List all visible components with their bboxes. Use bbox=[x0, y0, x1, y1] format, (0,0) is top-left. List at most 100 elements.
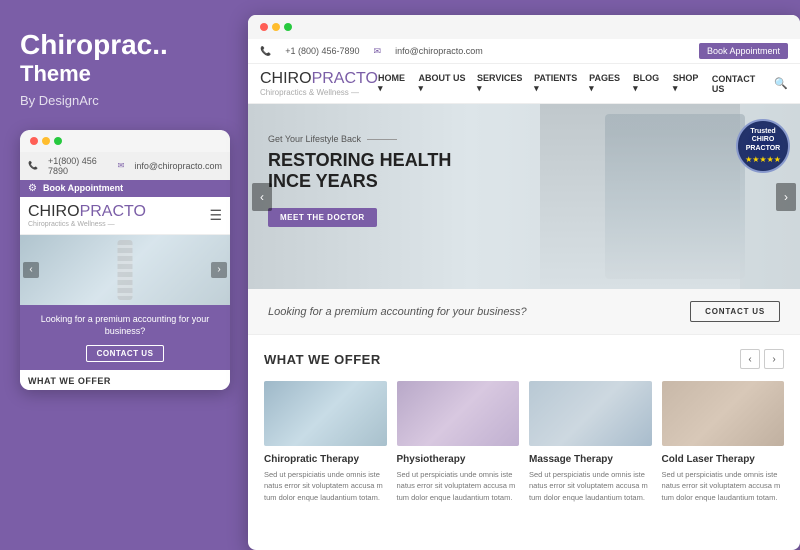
mobile-book-btn[interactable]: Book Appointment bbox=[43, 183, 123, 193]
slider-next-arrow[interactable]: › bbox=[211, 262, 227, 278]
hero-prev-arrow[interactable]: ‹ bbox=[252, 183, 272, 211]
desktop-dot-yellow bbox=[272, 23, 280, 31]
mobile-logo: CHIROPRACTO Chiropractics & Wellness — bbox=[28, 203, 146, 228]
desktop-nav: CHIROPRACTO Chiropractics & Wellness — H… bbox=[248, 64, 800, 104]
mobile-email: info@chiropracto.com bbox=[134, 161, 222, 171]
hero-tagline-line bbox=[367, 139, 397, 140]
search-icon[interactable]: 🔍 bbox=[774, 77, 788, 90]
desktop-email: info@chiropracto.com bbox=[395, 46, 483, 56]
trusted-badge: TrustedCHIROPRACTOR ★★★★★ bbox=[736, 119, 790, 173]
what-offer-next-btn[interactable]: › bbox=[764, 349, 784, 369]
nav-contact[interactable]: CONTACT US bbox=[712, 74, 764, 94]
nav-patients[interactable]: PATIENTS ▾ bbox=[534, 73, 579, 94]
service-card-text-1: Sed ut perspiciatis unde omnis iste natu… bbox=[264, 469, 387, 503]
desktop-logo-brand: CHIROPRACTO bbox=[260, 70, 378, 88]
hamburger-icon[interactable]: ☰ bbox=[209, 207, 222, 224]
nav-pages[interactable]: PAGES ▾ bbox=[589, 73, 623, 94]
mobile-slider: ‹ › bbox=[20, 235, 230, 305]
theme-author: By DesignArc bbox=[20, 93, 99, 108]
mobile-promo-text: Looking for a premium accounting for you… bbox=[28, 313, 222, 338]
service-card-title-3: Massage Therapy bbox=[529, 454, 652, 465]
mobile-book-bar: ⚙ Book Appointment bbox=[20, 180, 230, 197]
desktop-top-bar bbox=[248, 15, 800, 39]
dot-green bbox=[54, 137, 62, 145]
theme-title: Chiroprac.. bbox=[20, 30, 168, 61]
service-card-text-2: Sed ut perspiciatis unde omnis iste natu… bbox=[397, 469, 520, 503]
desktop-logo-practo: PRACTO bbox=[312, 70, 378, 87]
phone-icon: 📞 bbox=[28, 161, 38, 170]
desktop-nav-links: HOME ▾ ABOUT US ▾ SERVICES ▾ PATIENTS ▾ … bbox=[378, 73, 788, 94]
theme-info-panel: Chiroprac.. Theme By DesignArc 📞 +1(800)… bbox=[0, 0, 248, 550]
hero-next-arrow[interactable]: › bbox=[776, 183, 796, 211]
slider-prev-arrow[interactable]: ‹ bbox=[23, 262, 39, 278]
hero-silhouette bbox=[605, 114, 745, 279]
mobile-mockup: 📞 +1(800) 456 7890 ✉ info@chiropracto.co… bbox=[20, 130, 230, 390]
dot-yellow bbox=[42, 137, 50, 145]
service-card-title-2: Physiotherapy bbox=[397, 454, 520, 465]
desktop-header-left: 📞 +1 (800) 456-7890 ✉ info@chiropracto.c… bbox=[260, 46, 483, 57]
what-offer-nav: ‹ › bbox=[740, 349, 784, 369]
service-cards: Chiropratic Therapy Sed ut perspiciatis … bbox=[264, 381, 784, 503]
mobile-logo-sub: Chiropractics & Wellness — bbox=[28, 221, 146, 228]
desktop-hero: Get Your Lifestyle Back RESTORING HEALTH… bbox=[248, 104, 800, 289]
hero-tagline: Get Your Lifestyle Back bbox=[268, 134, 451, 144]
nav-home[interactable]: HOME ▾ bbox=[378, 73, 409, 94]
mobile-top-bar bbox=[20, 130, 230, 152]
hero-heading: RESTORING HEALTH INCE YEARS bbox=[268, 150, 451, 191]
mobile-info-bar: 📞 +1(800) 456 7890 ✉ info@chiropracto.co… bbox=[20, 152, 230, 180]
spine-shape bbox=[118, 240, 133, 300]
gear-icon: ⚙ bbox=[28, 183, 37, 194]
service-card-img-3 bbox=[529, 381, 652, 446]
service-card-4: Cold Laser Therapy Sed ut perspiciatis u… bbox=[662, 381, 785, 503]
desktop-dot-green bbox=[284, 23, 292, 31]
mobile-what-offer-title: WHAT WE OFFER bbox=[28, 376, 222, 386]
theme-subtitle: Theme bbox=[20, 61, 91, 87]
what-we-offer-section: WHAT WE OFFER ‹ › Chiropratic Therapy Se… bbox=[248, 335, 800, 513]
badge-text: TrustedCHIROPRACTOR bbox=[746, 128, 780, 153]
desktop-logo-chiro: CHIRO bbox=[260, 70, 312, 87]
mobile-what-offer: WHAT WE OFFER bbox=[20, 370, 230, 390]
badge-stars: ★★★★★ bbox=[745, 155, 781, 164]
nav-services[interactable]: SERVICES ▾ bbox=[477, 73, 524, 94]
service-card-title-1: Chiropratic Therapy bbox=[264, 454, 387, 465]
desktop-logo: CHIROPRACTO Chiropractics & Wellness — bbox=[260, 70, 378, 97]
service-card-img-4 bbox=[662, 381, 785, 446]
service-card-text-4: Sed ut perspiciatis unde omnis iste natu… bbox=[662, 469, 785, 503]
service-card-text-3: Sed ut perspiciatis unde omnis iste natu… bbox=[529, 469, 652, 503]
desktop-promo-bar: Looking for a premium accounting for you… bbox=[248, 289, 800, 335]
desktop-email-icon: ✉ bbox=[374, 46, 382, 57]
service-card-1: Chiropratic Therapy Sed ut perspiciatis … bbox=[264, 381, 387, 503]
mobile-promo-bar: Looking for a premium accounting for you… bbox=[20, 305, 230, 370]
desktop-book-btn[interactable]: Book Appointment bbox=[699, 43, 788, 59]
desktop-mockup: 📞 +1 (800) 456-7890 ✉ info@chiropracto.c… bbox=[248, 15, 800, 550]
email-icon: ✉ bbox=[118, 161, 125, 170]
nav-about[interactable]: ABOUT US ▾ bbox=[419, 73, 468, 94]
what-offer-prev-btn[interactable]: ‹ bbox=[740, 349, 760, 369]
mobile-slider-inner bbox=[20, 235, 230, 305]
desktop-promo-text: Looking for a premium accounting for you… bbox=[268, 306, 527, 318]
nav-blog[interactable]: BLOG ▾ bbox=[633, 73, 663, 94]
what-offer-header: WHAT WE OFFER ‹ › bbox=[264, 349, 784, 369]
desktop-dots bbox=[260, 23, 292, 31]
desktop-logo-sub: Chiropractics & Wellness — bbox=[260, 88, 378, 97]
desktop-header-bar: 📞 +1 (800) 456-7890 ✉ info@chiropracto.c… bbox=[248, 39, 800, 64]
service-card-3: Massage Therapy Sed ut perspiciatis unde… bbox=[529, 381, 652, 503]
dot-red bbox=[30, 137, 38, 145]
service-card-title-4: Cold Laser Therapy bbox=[662, 454, 785, 465]
mobile-phone: +1(800) 456 7890 bbox=[48, 156, 108, 176]
what-offer-title: WHAT WE OFFER bbox=[264, 352, 381, 367]
nav-shop[interactable]: SHOP ▾ bbox=[673, 73, 702, 94]
mobile-logo-chiro: CHIRO bbox=[28, 203, 80, 220]
mobile-nav: CHIROPRACTO Chiropractics & Wellness — ☰ bbox=[20, 197, 230, 235]
desktop-contact-btn[interactable]: CONTACT US bbox=[690, 301, 780, 322]
mobile-logo-practo: PRACTO bbox=[80, 203, 146, 220]
hero-content: Get Your Lifestyle Back RESTORING HEALTH… bbox=[268, 134, 451, 227]
desktop-phone-icon: 📞 bbox=[260, 46, 271, 57]
service-card-img-2 bbox=[397, 381, 520, 446]
meet-doctor-btn[interactable]: MEET THE DOCTOR bbox=[268, 208, 377, 227]
service-card-img-1 bbox=[264, 381, 387, 446]
desktop-phone: +1 (800) 456-7890 bbox=[285, 46, 359, 56]
mobile-contact-btn[interactable]: CONTACT US bbox=[86, 345, 165, 362]
desktop-dot-red bbox=[260, 23, 268, 31]
service-card-2: Physiotherapy Sed ut perspiciatis unde o… bbox=[397, 381, 520, 503]
